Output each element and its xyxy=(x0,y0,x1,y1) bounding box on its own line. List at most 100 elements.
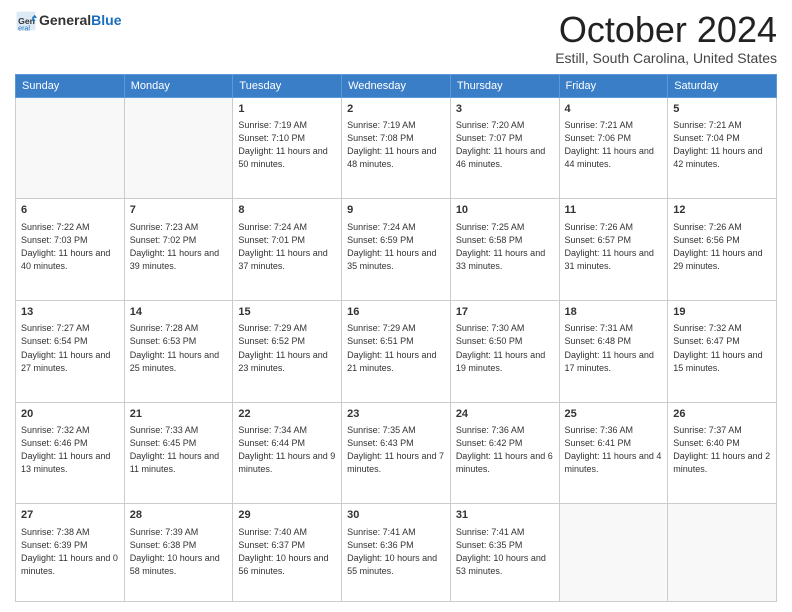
day-info: Sunrise: 7:29 AM Sunset: 6:51 PM Dayligh… xyxy=(347,322,445,374)
day-info: Sunrise: 7:24 AM Sunset: 7:01 PM Dayligh… xyxy=(238,221,336,273)
table-row xyxy=(16,97,125,199)
table-row: 24 Sunrise: 7:36 AM Sunset: 6:42 PM Dayli… xyxy=(450,402,559,504)
day-info: Sunrise: 7:38 AM Sunset: 6:39 PM Dayligh… xyxy=(21,526,119,578)
day-info: Sunrise: 7:25 AM Sunset: 6:58 PM Dayligh… xyxy=(456,221,554,273)
table-row: 28 Sunrise: 7:39 AM Sunset: 6:38 PM Dayli… xyxy=(124,504,233,602)
col-tuesday: Tuesday xyxy=(233,74,342,97)
day-number: 19 xyxy=(673,305,771,320)
col-friday: Friday xyxy=(559,74,668,97)
table-row: 2 Sunrise: 7:19 AM Sunset: 7:08 PM Daylig… xyxy=(342,97,451,199)
table-row: 25 Sunrise: 7:36 AM Sunset: 6:41 PM Dayli… xyxy=(559,402,668,504)
logo: Gen eral GeneralBlue xyxy=(15,10,121,32)
logo-general-text: General xyxy=(39,12,91,28)
page: Gen eral GeneralBlue October 2024 Estill… xyxy=(0,0,792,612)
table-row: 10 Sunrise: 7:25 AM Sunset: 6:58 PM Dayli… xyxy=(450,199,559,301)
col-sunday: Sunday xyxy=(16,74,125,97)
calendar-header-row: Sunday Monday Tuesday Wednesday Thursday… xyxy=(16,74,777,97)
day-number: 11 xyxy=(565,203,663,218)
day-number: 8 xyxy=(238,203,336,218)
day-number: 28 xyxy=(130,508,228,523)
day-info: Sunrise: 7:26 AM Sunset: 6:56 PM Dayligh… xyxy=(673,221,771,273)
day-info: Sunrise: 7:27 AM Sunset: 6:54 PM Dayligh… xyxy=(21,322,119,374)
calendar-week-row: 6 Sunrise: 7:22 AM Sunset: 7:03 PM Daylig… xyxy=(16,199,777,301)
calendar-week-row: 20 Sunrise: 7:32 AM Sunset: 6:46 PM Dayli… xyxy=(16,402,777,504)
day-info: Sunrise: 7:31 AM Sunset: 6:48 PM Dayligh… xyxy=(565,322,663,374)
table-row: 31 Sunrise: 7:41 AM Sunset: 6:35 PM Dayli… xyxy=(450,504,559,602)
table-row: 11 Sunrise: 7:26 AM Sunset: 6:57 PM Dayli… xyxy=(559,199,668,301)
day-number: 23 xyxy=(347,407,445,422)
month-title: October 2024 xyxy=(555,10,777,50)
calendar-week-row: 13 Sunrise: 7:27 AM Sunset: 6:54 PM Dayli… xyxy=(16,301,777,403)
table-row xyxy=(668,504,777,602)
calendar-table: Sunday Monday Tuesday Wednesday Thursday… xyxy=(15,74,777,602)
day-number: 29 xyxy=(238,508,336,523)
day-info: Sunrise: 7:41 AM Sunset: 6:36 PM Dayligh… xyxy=(347,526,445,578)
day-info: Sunrise: 7:36 AM Sunset: 6:42 PM Dayligh… xyxy=(456,424,554,476)
day-info: Sunrise: 7:37 AM Sunset: 6:40 PM Dayligh… xyxy=(673,424,771,476)
day-number: 24 xyxy=(456,407,554,422)
day-info: Sunrise: 7:20 AM Sunset: 7:07 PM Dayligh… xyxy=(456,119,554,171)
col-saturday: Saturday xyxy=(668,74,777,97)
day-number: 25 xyxy=(565,407,663,422)
day-info: Sunrise: 7:34 AM Sunset: 6:44 PM Dayligh… xyxy=(238,424,336,476)
day-info: Sunrise: 7:28 AM Sunset: 6:53 PM Dayligh… xyxy=(130,322,228,374)
day-number: 20 xyxy=(21,407,119,422)
table-row: 7Sunrise: 7:23 AM Sunset: 7:02 PM Daylig… xyxy=(124,199,233,301)
day-number: 27 xyxy=(21,508,119,523)
location: Estill, South Carolina, United States xyxy=(555,50,777,66)
day-number: 5 xyxy=(673,102,771,117)
table-row: 6 Sunrise: 7:22 AM Sunset: 7:03 PM Daylig… xyxy=(16,199,125,301)
day-info: Sunrise: 7:32 AM Sunset: 6:46 PM Dayligh… xyxy=(21,424,119,476)
table-row: 20 Sunrise: 7:32 AM Sunset: 6:46 PM Dayli… xyxy=(16,402,125,504)
calendar-week-row: 1 Sunrise: 7:19 AM Sunset: 7:10 PM Daylig… xyxy=(16,97,777,199)
logo-blue-text: Blue xyxy=(91,12,121,28)
day-info: Sunrise: 7:32 AM Sunset: 6:47 PM Dayligh… xyxy=(673,322,771,374)
day-number: 15 xyxy=(238,305,336,320)
day-number: 1 xyxy=(238,102,336,117)
day-number: 13 xyxy=(21,305,119,320)
svg-text:eral: eral xyxy=(18,25,30,32)
day-info: Sunrise: 7:39 AM Sunset: 6:38 PM Dayligh… xyxy=(130,526,228,578)
day-info: Sunrise: 7:19 AM Sunset: 7:08 PM Dayligh… xyxy=(347,119,445,171)
day-info: Sunrise: 7:36 AM Sunset: 6:41 PM Dayligh… xyxy=(565,424,663,476)
day-info: Sunrise: 7:22 AM Sunset: 7:03 PM Dayligh… xyxy=(21,221,119,273)
day-number: 17 xyxy=(456,305,554,320)
day-info: Sunrise: 7:26 AM Sunset: 6:57 PM Dayligh… xyxy=(565,221,663,273)
day-info: Sunrise: 7:40 AM Sunset: 6:37 PM Dayligh… xyxy=(238,526,336,578)
day-number: 22 xyxy=(238,407,336,422)
day-number: 14 xyxy=(130,305,228,320)
table-row: 18 Sunrise: 7:31 AM Sunset: 6:48 PM Dayli… xyxy=(559,301,668,403)
day-number: 3 xyxy=(456,102,554,117)
table-row: 9Sunrise: 7:24 AM Sunset: 6:59 PM Daylig… xyxy=(342,199,451,301)
col-monday: Monday xyxy=(124,74,233,97)
day-number: 18 xyxy=(565,305,663,320)
day-info: Sunrise: 7:21 AM Sunset: 7:04 PM Dayligh… xyxy=(673,119,771,171)
logo-icon: Gen eral xyxy=(15,10,37,32)
day-info: Sunrise: 7:29 AM Sunset: 6:52 PM Dayligh… xyxy=(238,322,336,374)
day-number: 6 xyxy=(21,203,119,218)
day-info: Sunrise: 7:35 AM Sunset: 6:43 PM Dayligh… xyxy=(347,424,445,476)
table-row xyxy=(559,504,668,602)
table-row: 15 Sunrise: 7:29 AM Sunset: 6:52 PM Dayli… xyxy=(233,301,342,403)
col-thursday: Thursday xyxy=(450,74,559,97)
day-number: 31 xyxy=(456,508,554,523)
table-row: 16 Sunrise: 7:29 AM Sunset: 6:51 PM Dayli… xyxy=(342,301,451,403)
table-row: 4Sunrise: 7:21 AM Sunset: 7:06 PM Daylig… xyxy=(559,97,668,199)
day-info: Sunrise: 7:33 AM Sunset: 6:45 PM Dayligh… xyxy=(130,424,228,476)
table-row: 30 Sunrise: 7:41 AM Sunset: 6:36 PM Dayli… xyxy=(342,504,451,602)
day-info: Sunrise: 7:21 AM Sunset: 7:06 PM Dayligh… xyxy=(565,119,663,171)
day-number: 12 xyxy=(673,203,771,218)
table-row: 22 Sunrise: 7:34 AM Sunset: 6:44 PM Dayli… xyxy=(233,402,342,504)
table-row: 13 Sunrise: 7:27 AM Sunset: 6:54 PM Dayli… xyxy=(16,301,125,403)
day-info: Sunrise: 7:30 AM Sunset: 6:50 PM Dayligh… xyxy=(456,322,554,374)
day-number: 30 xyxy=(347,508,445,523)
day-info: Sunrise: 7:19 AM Sunset: 7:10 PM Dayligh… xyxy=(238,119,336,171)
day-number: 10 xyxy=(456,203,554,218)
table-row: 12 Sunrise: 7:26 AM Sunset: 6:56 PM Dayli… xyxy=(668,199,777,301)
table-row: 23 Sunrise: 7:35 AM Sunset: 6:43 PM Dayli… xyxy=(342,402,451,504)
day-number: 16 xyxy=(347,305,445,320)
table-row: 17 Sunrise: 7:30 AM Sunset: 6:50 PM Dayli… xyxy=(450,301,559,403)
table-row: 5 Sunrise: 7:21 AM Sunset: 7:04 PM Daylig… xyxy=(668,97,777,199)
day-number: 2 xyxy=(347,102,445,117)
day-info: Sunrise: 7:41 AM Sunset: 6:35 PM Dayligh… xyxy=(456,526,554,578)
